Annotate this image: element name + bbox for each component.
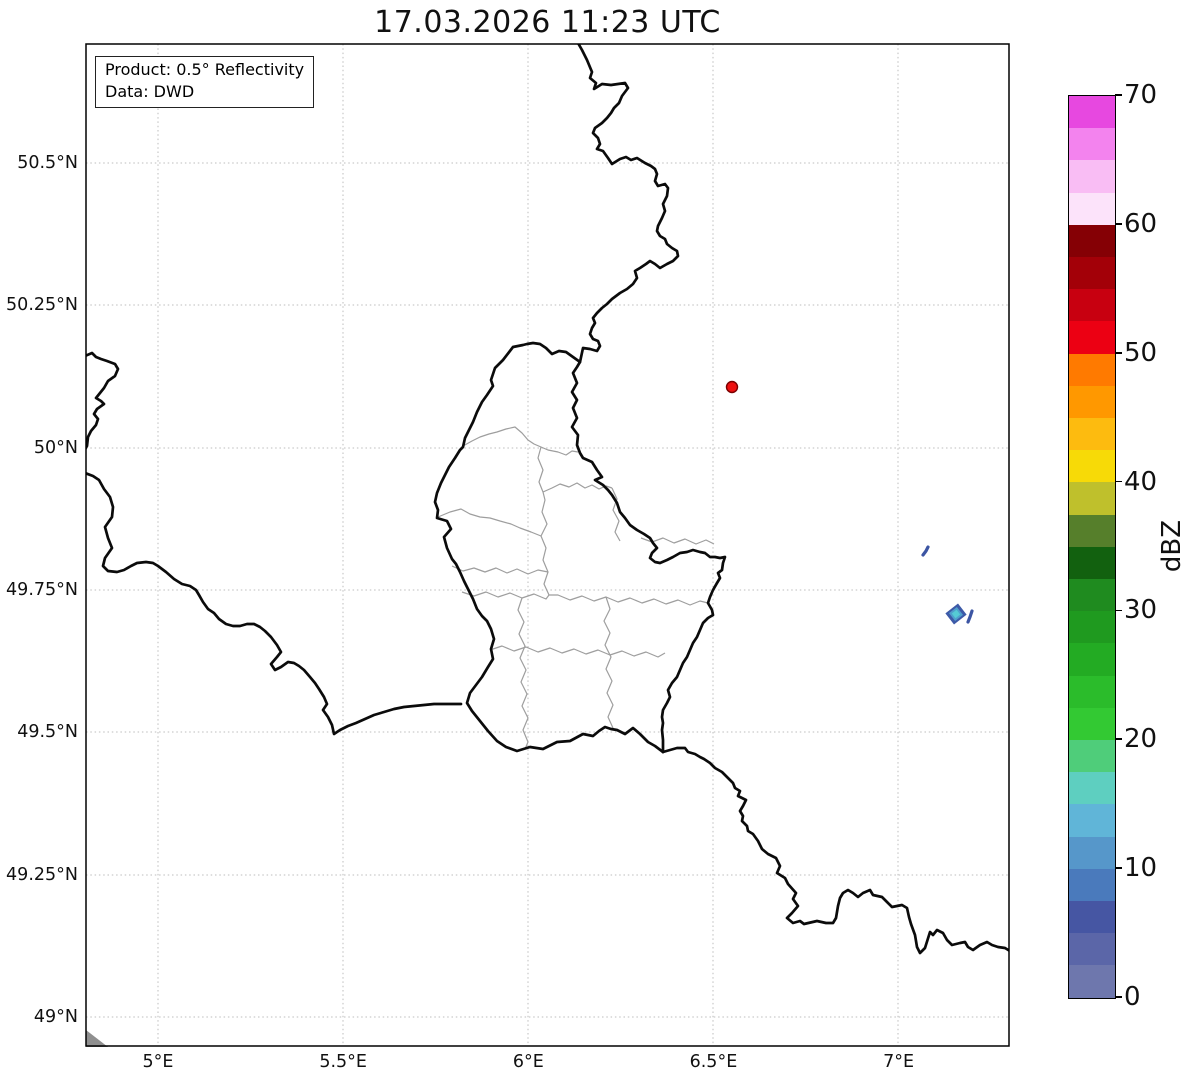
border-fr-be [86,471,463,736]
colorbar-tick-label: 40 [1124,466,1158,497]
colorbar-tick-mark [1115,223,1122,225]
x-tick-label: 5.5°E [319,1052,367,1072]
colorbar-band [1069,514,1115,547]
colorbar-band [1069,257,1115,290]
y-tick-label: 50°N [33,437,78,458]
colorbar-tick-label: 0 [1124,982,1141,1012]
echo-streak-1 [921,545,930,557]
colorbar-band [1069,192,1115,225]
colorbar-tick-label: 30 [1124,595,1158,626]
y-tick-label: 49°N [33,1006,78,1027]
colorbar-band [1069,740,1115,773]
radar-echoes [921,545,974,625]
radar-site-marker [725,380,739,394]
colorbar-band [1069,643,1115,676]
colorbar-band [1069,546,1115,580]
colorbar-tick-label: 70 [1124,80,1158,110]
y-tick-label: 49.5°N [17,722,78,743]
colorbar-band [1069,836,1115,869]
canton-borders [437,426,715,750]
grid-lines [86,44,1009,1046]
colorbar-band [1069,901,1115,934]
colorbar-band [1069,128,1115,161]
colorbar-tick-mark [1115,738,1122,741]
colorbar-tick-mark [1115,94,1122,96]
colorbar-band [1069,353,1115,386]
border-de-be-lu-east [570,44,727,754]
product-line: Product: 0.5° Reflectivity [105,60,305,79]
colorbar-band [1069,418,1115,451]
colorbar-label: dBZ [1157,519,1187,573]
corner-patch [86,1030,108,1047]
colorbar [1068,95,1116,999]
colorbar-band [1069,804,1115,837]
colorbar-band [1069,160,1115,193]
border-fr-be-upper [86,351,120,460]
product-info-box: Product: 0.5° Reflectivity Data: DWD [95,56,315,108]
border-fr-de [661,746,1009,955]
map-canvas [85,43,1010,1047]
colorbar-band [1069,868,1115,902]
colorbar-tick-mark [1115,480,1122,483]
radar-figure: 17.03.2026 11:23 UTC Product: 0.5° Refle… [0,0,1202,1081]
y-tick-label: 49.75°N [6,579,78,600]
colorbar-band [1069,611,1115,644]
colorbar-band [1069,450,1115,483]
colorbar-tick-label: 10 [1124,853,1158,884]
colorbar-tick-mark [1115,867,1122,869]
colorbar-tick-label: 50 [1124,337,1158,368]
x-tick-label: 6.5°E [689,1052,738,1072]
colorbar-band [1069,965,1115,998]
colorbar-band [1069,289,1115,322]
colorbar-tick-label: 20 [1124,724,1158,755]
x-tick-label: 7°E [883,1052,915,1072]
plot-frame [85,43,1010,1047]
x-tick-label: 6°E [512,1052,544,1072]
y-tick-label: 49.25°N [6,864,78,885]
echo-streak-2 [966,609,974,624]
x-tick-label: 5°E [142,1052,174,1072]
colorbar-band [1069,675,1115,708]
colorbar-band [1069,579,1115,612]
colorbar-band [1069,224,1115,258]
colorbar-band [1069,772,1115,805]
colorbar-band [1069,707,1115,741]
colorbar-band [1069,385,1115,419]
echo-cluster [945,603,967,625]
country-borders [86,44,1009,955]
data-source-line: Data: DWD [105,82,195,101]
colorbar-tick-mark [1115,351,1122,354]
y-tick-label: 50.5°N [17,153,78,173]
y-tick-label: 50.25°N [6,295,78,316]
colorbar-tick-mark [1115,996,1122,998]
colorbar-tick-mark [1115,609,1122,612]
border-luxembourg [433,341,665,754]
colorbar-band [1069,321,1115,354]
colorbar-tick-label: 60 [1124,208,1158,239]
colorbar-band [1069,933,1115,966]
colorbar-band [1069,96,1115,129]
colorbar-band [1069,482,1115,515]
